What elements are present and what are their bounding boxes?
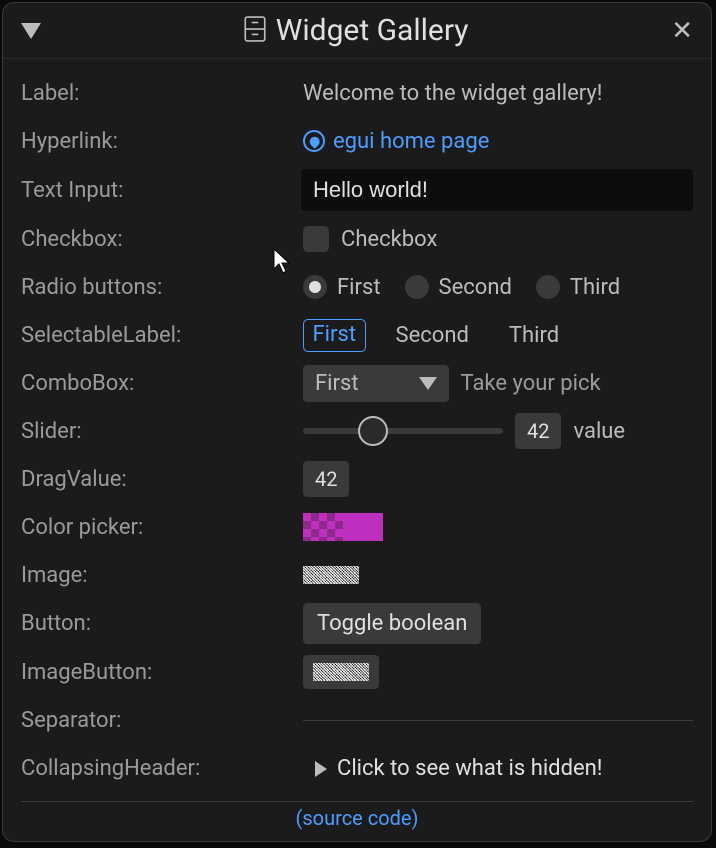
radio-dot-icon — [405, 275, 429, 299]
radio-dot-icon — [303, 275, 327, 299]
row-color: Color picker: — [21, 503, 693, 551]
row-radio: Radio buttons: First Second Third — [21, 263, 693, 311]
label-caption: Label: — [21, 81, 303, 106]
slider-label: value — [573, 419, 625, 444]
hyperlink-caption: Hyperlink: — [21, 129, 303, 154]
text-input-caption: Text Input: — [21, 178, 301, 203]
separator — [303, 720, 693, 721]
separator-caption: Separator: — [21, 708, 303, 733]
row-hyperlink: Hyperlink: egui home page — [21, 117, 693, 165]
row-image: Image: — [21, 551, 693, 599]
slider-caption: Slider: — [21, 419, 303, 444]
source-code-link[interactable]: (source code) — [21, 806, 693, 830]
title-wrap: Widget Gallery — [41, 13, 671, 48]
radio-first[interactable]: First — [303, 275, 381, 300]
radio-label: Second — [439, 275, 512, 300]
color-caption: Color picker: — [21, 515, 303, 540]
row-checkbox: Checkbox: Checkbox — [21, 215, 693, 263]
row-button: Button: Toggle boolean — [21, 599, 693, 648]
image-preview — [303, 566, 359, 584]
combo-hint: Take your pick — [461, 371, 601, 396]
toggle-button[interactable]: Toggle boolean — [303, 603, 481, 644]
row-combo: ComboBox: First Take your pick — [21, 359, 693, 407]
slider-thumb-icon[interactable] — [358, 416, 388, 446]
selectable-first[interactable]: First — [303, 319, 366, 352]
row-separator: Separator: — [21, 696, 693, 744]
row-image-button: ImageButton: — [21, 648, 693, 696]
row-text-input: Text Input: — [21, 165, 693, 215]
slider[interactable] — [303, 428, 503, 434]
row-selectable: SelectableLabel: First Second Third — [21, 311, 693, 359]
radio-third[interactable]: Third — [536, 275, 620, 300]
chevron-down-icon — [419, 377, 437, 390]
radio-label: First — [337, 275, 381, 300]
image-button-caption: ImageButton: — [21, 660, 303, 685]
hyperlink-text: egui home page — [333, 129, 489, 154]
collapse-triangle-icon[interactable] — [21, 23, 41, 39]
label-value: Welcome to the widget gallery! — [303, 81, 602, 106]
checkbox-label: Checkbox — [341, 227, 437, 252]
combo-value: First — [315, 371, 359, 396]
row-label: Label: Welcome to the widget gallery! — [21, 69, 693, 117]
triangle-right-icon — [315, 761, 327, 777]
button-caption: Button: — [21, 611, 303, 636]
window-title: Widget Gallery — [276, 13, 469, 48]
image-caption: Image: — [21, 563, 303, 588]
collapsing-header[interactable]: Click to see what is hidden! — [303, 748, 693, 789]
drag-value[interactable]: 42 — [303, 461, 349, 497]
combobox[interactable]: First — [303, 365, 449, 402]
row-drag: DragValue: 42 — [21, 455, 693, 503]
collapsing-label: Click to see what is hidden! — [337, 756, 602, 781]
radio-dot-icon — [536, 275, 560, 299]
checkbox-box-icon — [303, 226, 329, 252]
radio-caption: Radio buttons: — [21, 275, 303, 300]
slider-value[interactable]: 42 — [515, 413, 561, 449]
color-picker[interactable] — [303, 513, 383, 541]
image-button-icon — [313, 663, 369, 681]
widget-gallery-window: Widget Gallery ✕ Label: Welcome to the w… — [2, 2, 712, 842]
image-button[interactable] — [303, 655, 379, 689]
checkbox[interactable]: Checkbox — [303, 226, 437, 252]
combo-caption: ComboBox: — [21, 371, 303, 396]
close-icon[interactable]: ✕ — [671, 16, 693, 46]
radio-group: First Second Third — [303, 275, 620, 300]
drag-caption: DragValue: — [21, 467, 303, 492]
selectable-third[interactable]: Third — [499, 319, 569, 352]
collapsing-caption: CollapsingHeader: — [21, 756, 303, 781]
selectable-group: First Second Third — [303, 319, 569, 352]
github-icon — [303, 130, 325, 152]
selectable-caption: SelectableLabel: — [21, 323, 303, 348]
row-slider: Slider: 42 value — [21, 407, 693, 455]
selectable-second[interactable]: Second — [386, 319, 479, 352]
radio-second[interactable]: Second — [405, 275, 512, 300]
row-collapsing: CollapsingHeader: Click to see what is h… — [21, 744, 693, 793]
footer-separator — [21, 801, 693, 802]
checkbox-caption: Checkbox: — [21, 227, 303, 252]
text-input[interactable] — [301, 169, 693, 211]
radio-label: Third — [570, 275, 620, 300]
hyperlink[interactable]: egui home page — [303, 129, 489, 154]
content-area: Label: Welcome to the widget gallery! Hy… — [3, 59, 711, 842]
titlebar: Widget Gallery ✕ — [3, 3, 711, 59]
cabinet-icon — [244, 16, 266, 46]
